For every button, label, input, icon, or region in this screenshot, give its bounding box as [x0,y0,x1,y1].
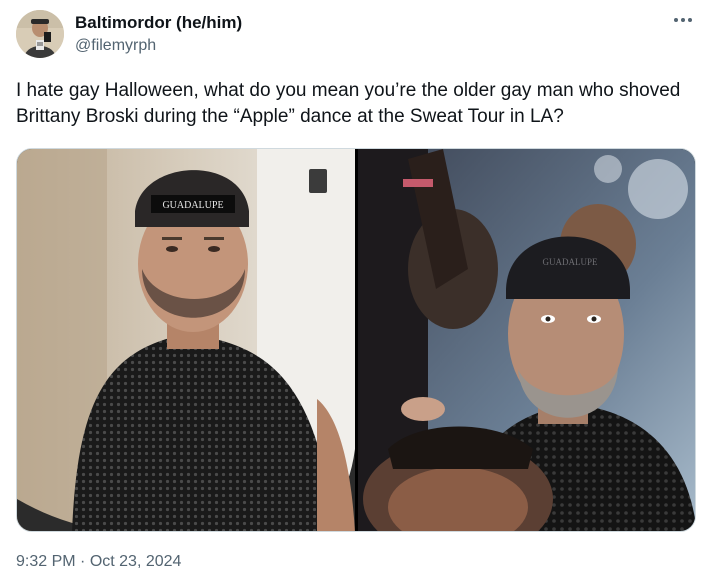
right-cap-text: GUADALUPE [543,257,599,267]
author-handle[interactable]: @filemyrph [75,37,156,55]
avatar[interactable] [16,10,64,58]
photo-right-image: GUADALUPE [358,149,695,531]
media-grid: GUADALUPE GUADALUPE [16,148,696,532]
left-cap-text: GUADALUPE [162,200,223,211]
more-dots-icon [674,18,692,22]
author-display-name[interactable]: Baltimordor (he/him) [75,13,242,33]
more-options-button[interactable] [668,8,698,32]
tweet-time[interactable]: 9:32 PM [16,553,76,570]
avatar-image [16,10,64,58]
tweet-timestamp[interactable]: 9:32 PM · Oct 23, 2024 [16,553,181,571]
tweet-text: I hate gay Halloween, what do you mean y… [16,80,681,127]
tweet-date[interactable]: Oct 23, 2024 [90,553,182,570]
photo-left[interactable]: GUADALUPE [17,149,355,531]
tweet-card: Baltimordor (he/him) @filemyrph I hate g… [0,0,709,588]
timestamp-separator: · [75,553,90,570]
photo-right[interactable]: GUADALUPE [358,149,695,531]
photo-left-image: GUADALUPE [17,149,355,531]
